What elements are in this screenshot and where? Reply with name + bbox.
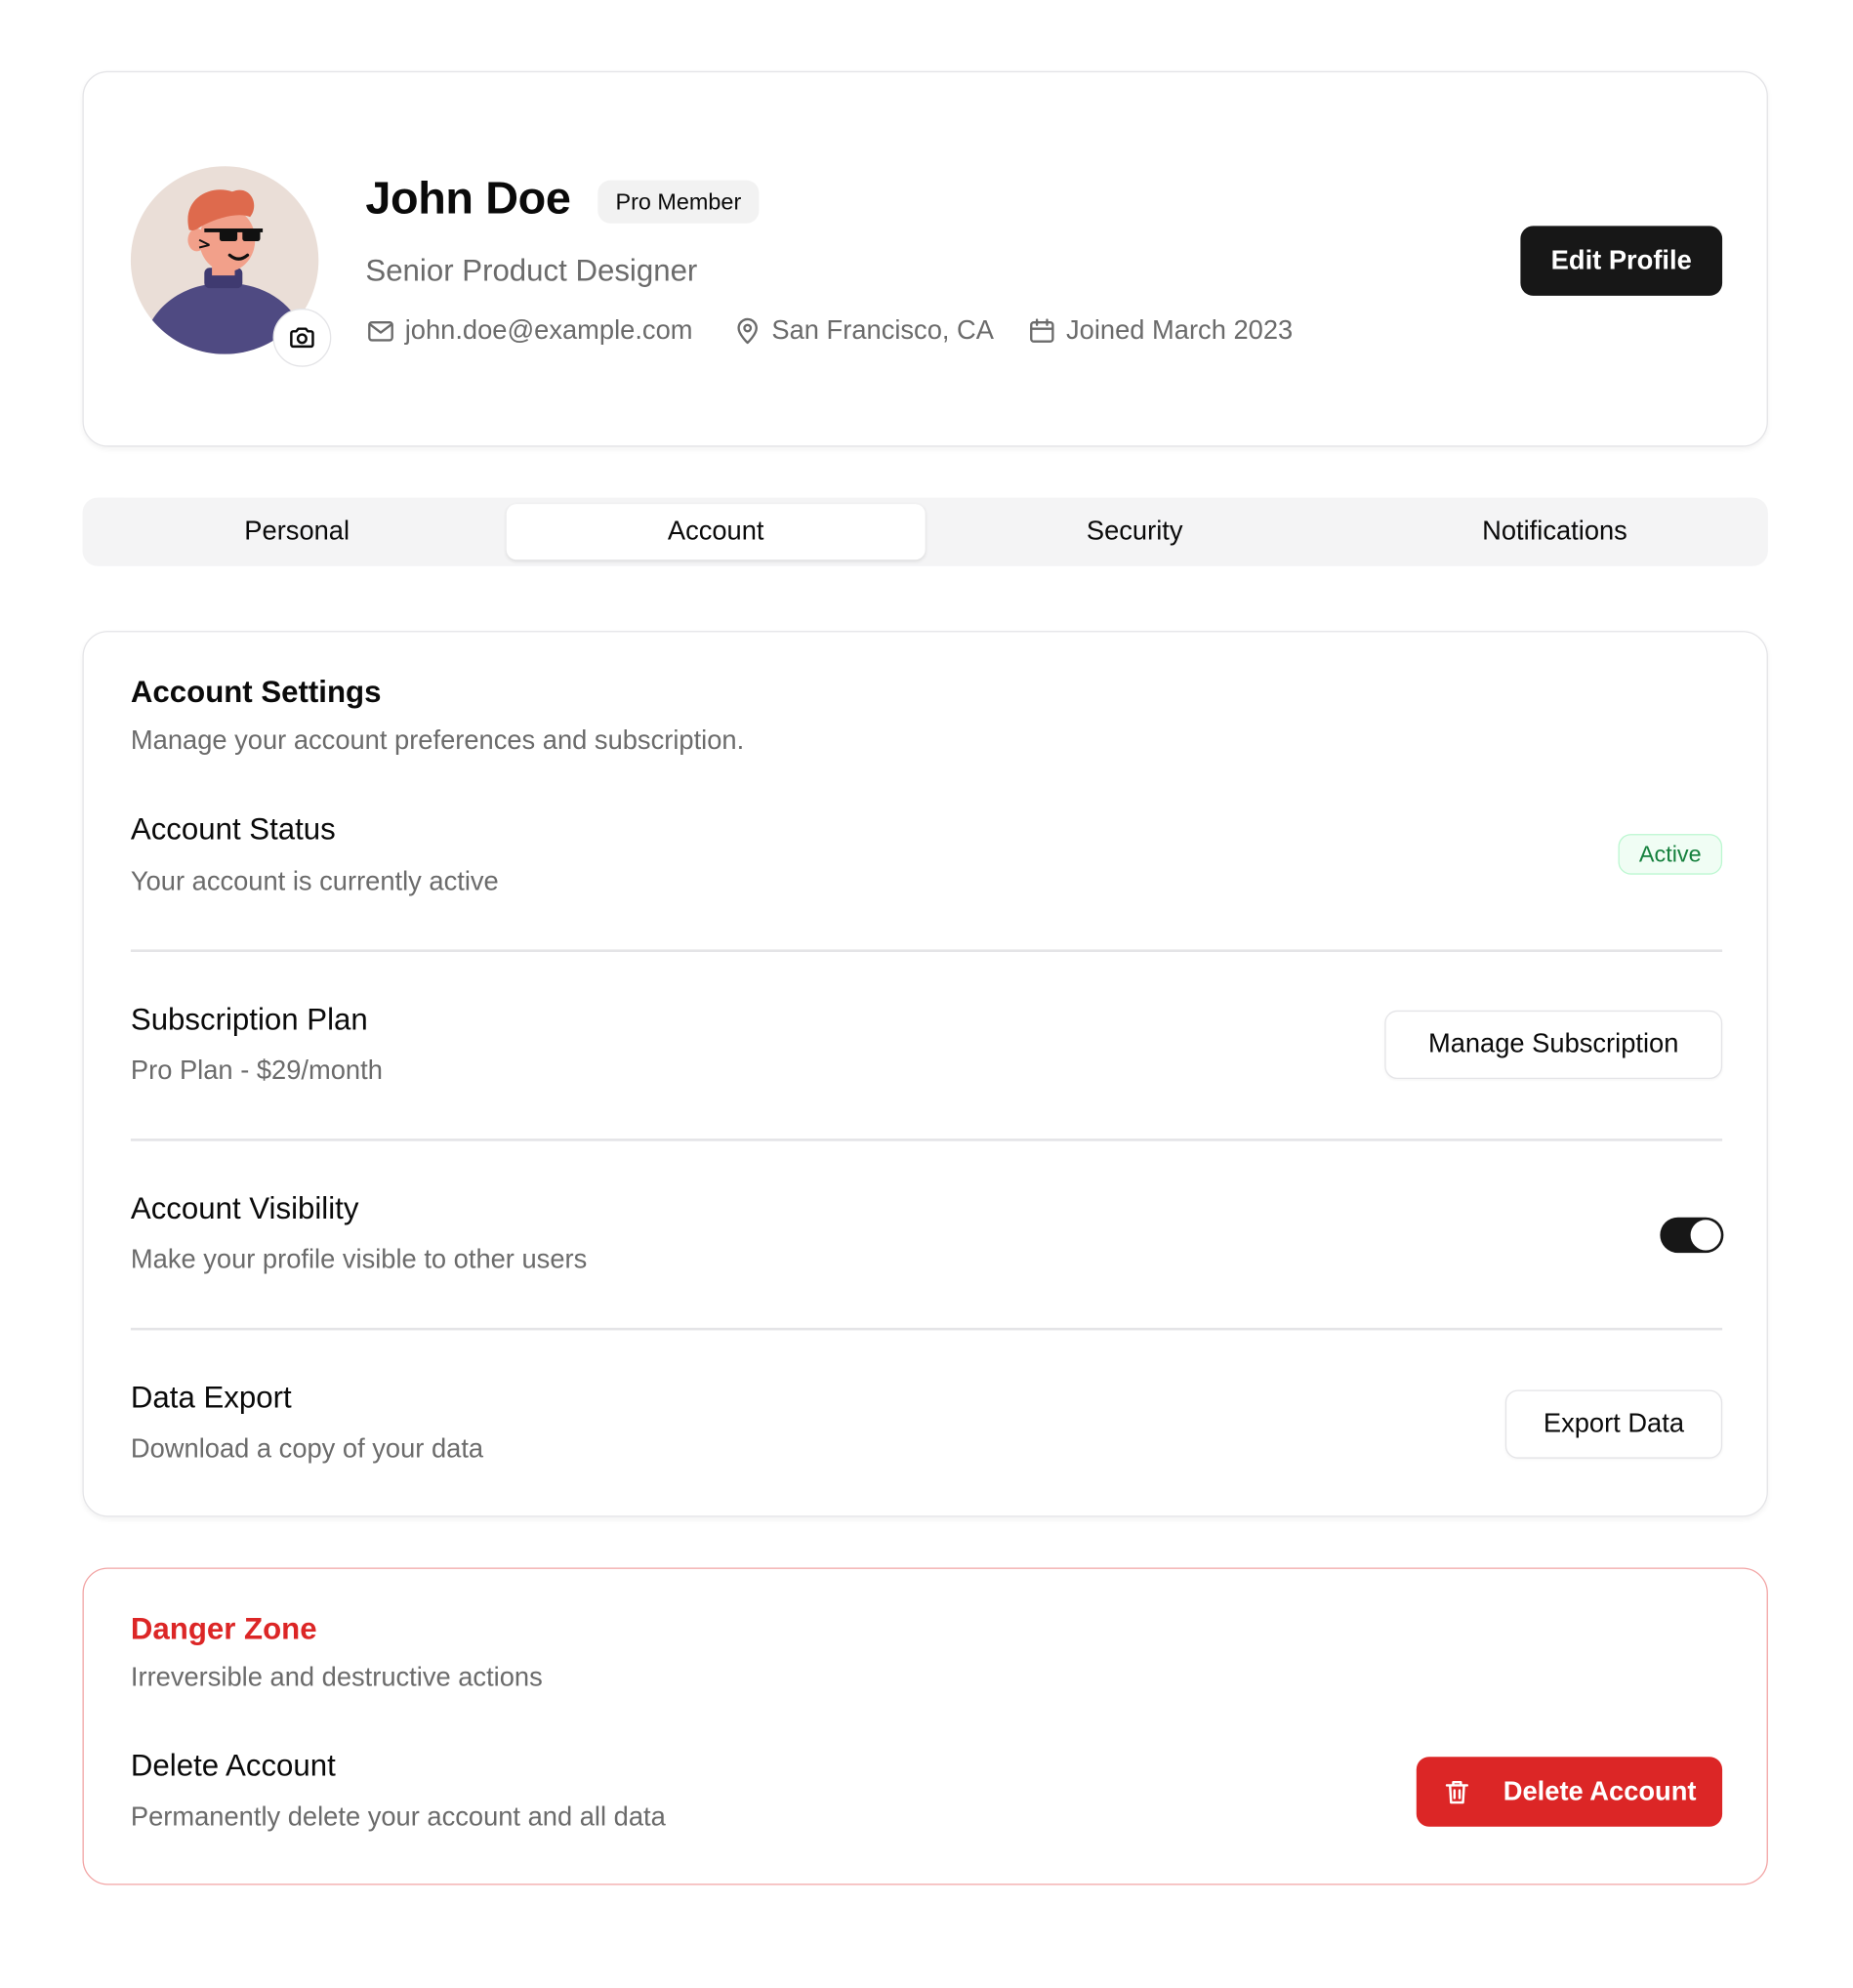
data-export-title: Data Export: [130, 1381, 292, 1416]
subscription-plan-title: Subscription Plan: [130, 1003, 368, 1038]
visibility-toggle[interactable]: [1660, 1217, 1724, 1254]
danger-zone-heading: Danger Zone: [130, 1612, 317, 1647]
subscription-plan-description: Pro Plan - $29/month: [130, 1056, 383, 1086]
account-status-description: Your account is currently active: [130, 866, 499, 896]
trash-icon: [1446, 1780, 1469, 1803]
status-badge: Active: [1618, 834, 1723, 875]
delete-account-title: Delete Account: [130, 1749, 336, 1784]
account-visibility-description: Make your profile visible to other users: [130, 1245, 588, 1275]
joined-text: Joined March 2023: [1066, 315, 1294, 346]
joined-meta: Joined March 2023: [1027, 313, 1294, 349]
edit-profile-button[interactable]: Edit Profile: [1520, 226, 1723, 296]
account-settings-subheading: Manage your account preferences and subs…: [130, 725, 745, 756]
tab-notifications[interactable]: Notifications: [1345, 504, 1764, 559]
tab-personal[interactable]: Personal: [88, 504, 507, 559]
delete-account-button[interactable]: Delete Account: [1416, 1757, 1723, 1827]
profile-page: John Doe Pro Member Senior Product Desig…: [0, 0, 1853, 1988]
email-meta: john.doe@example.com: [365, 313, 693, 349]
email-text: john.doe@example.com: [404, 315, 693, 346]
danger-zone-card: Danger Zone Irreversible and destructive…: [82, 1567, 1768, 1885]
membership-badge: Pro Member: [597, 180, 760, 224]
account-status-title: Account Status: [130, 812, 336, 848]
location-text: San Francisco, CA: [771, 315, 995, 346]
account-visibility-title: Account Visibility: [130, 1191, 359, 1226]
camera-icon: [290, 327, 314, 349]
profile-card: John Doe Pro Member Senior Product Desig…: [82, 70, 1768, 447]
export-data-button[interactable]: Export Data: [1504, 1389, 1723, 1459]
map-pin-icon: [737, 317, 758, 345]
account-settings-heading: Account Settings: [130, 675, 382, 710]
tab-security[interactable]: Security: [926, 504, 1344, 559]
calendar-icon: [1030, 318, 1054, 343]
change-photo-button[interactable]: [272, 308, 332, 367]
data-export-description: Download a copy of your data: [130, 1434, 484, 1464]
row-divider: [130, 1327, 1723, 1330]
location-meta: San Francisco, CA: [732, 313, 994, 349]
toggle-knob: [1690, 1220, 1721, 1251]
tab-account[interactable]: Account: [506, 504, 926, 560]
account-settings-card: Account Settings Manage your account pre…: [82, 631, 1768, 1517]
danger-zone-subheading: Irreversible and destructive actions: [130, 1662, 543, 1692]
mail-icon: [368, 321, 393, 342]
delete-account-label: Delete Account: [1503, 1776, 1697, 1806]
row-divider: [130, 949, 1723, 952]
row-divider: [130, 1139, 1723, 1141]
profile-name: John Doe: [365, 171, 571, 224]
delete-account-description: Permanently delete your account and all …: [130, 1802, 666, 1832]
manage-subscription-button[interactable]: Manage Subscription: [1384, 1010, 1723, 1079]
job-title: Senior Product Designer: [365, 254, 698, 289]
profile-tabs: Personal Account Security Notifications: [82, 497, 1768, 566]
